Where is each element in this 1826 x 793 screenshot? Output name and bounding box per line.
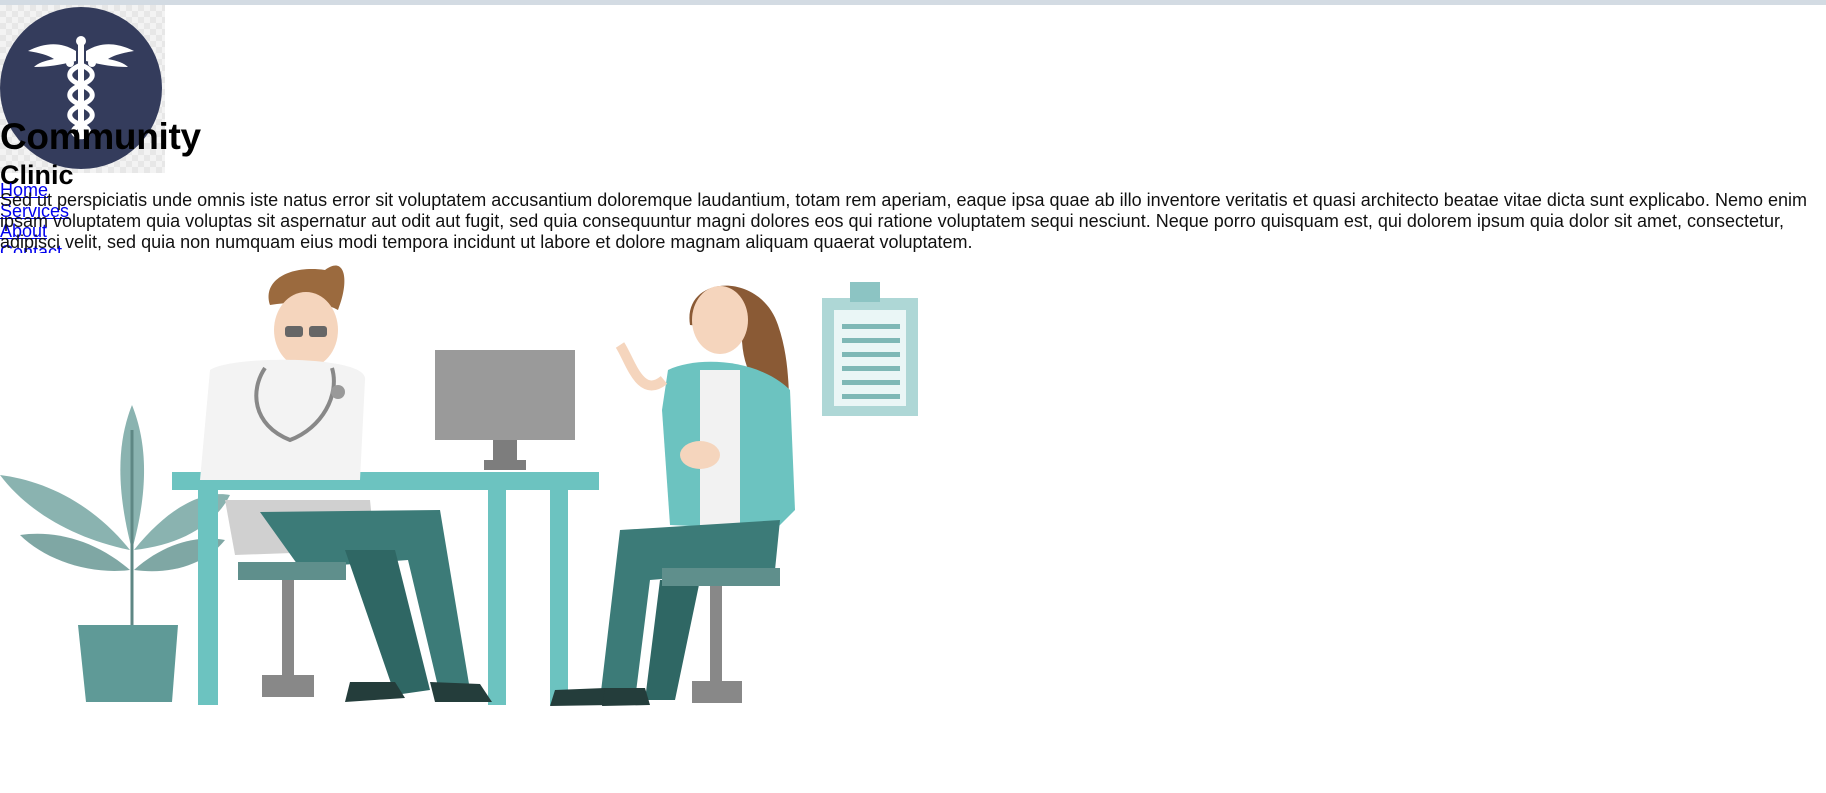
patient-figure bbox=[550, 285, 795, 706]
monitor-icon bbox=[435, 350, 575, 470]
doctor-consultation-illustration bbox=[0, 265, 918, 706]
hero-illustration bbox=[0, 250, 930, 715]
site-title: Community bbox=[0, 116, 201, 157]
stool bbox=[238, 562, 346, 697]
top-bar bbox=[0, 0, 1826, 5]
plant-icon bbox=[0, 405, 230, 702]
intro-paragraph: Sed ut perspiciatis unde omnis iste natu… bbox=[0, 190, 1807, 252]
clipboard-icon bbox=[822, 282, 918, 416]
